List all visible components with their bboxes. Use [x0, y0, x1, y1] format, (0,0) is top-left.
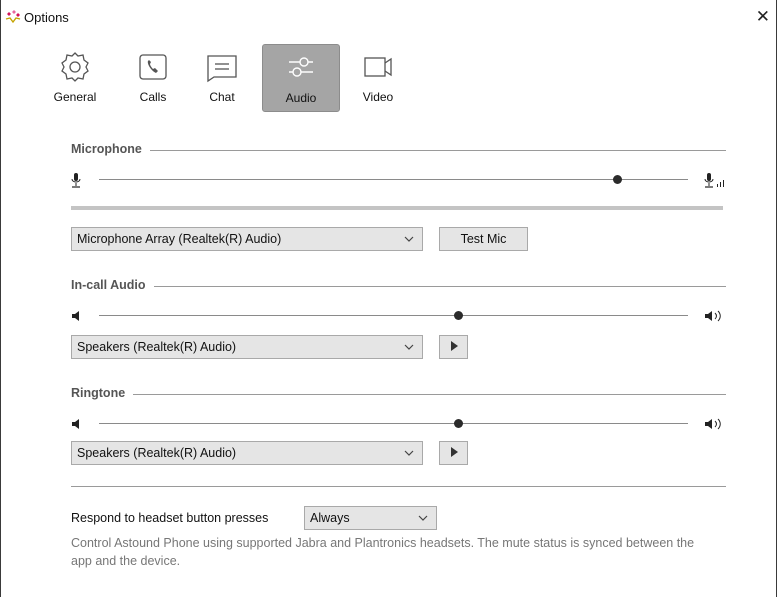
play-icon [450, 447, 458, 457]
play-icon [450, 341, 458, 351]
options-window: Options ✕ General Calls Chat Audio Video… [0, 0, 777, 597]
section-divider [71, 286, 726, 287]
ringtone-play-button[interactable] [439, 441, 468, 465]
select-value: Microphone Array (Realtek(R) Audio) [77, 232, 282, 246]
incall-audio-section-label: In-call Audio [71, 278, 154, 292]
tab-chat[interactable]: Chat [197, 44, 247, 110]
speaker-loud-icon [704, 308, 726, 329]
chevron-down-icon [404, 341, 414, 355]
speaker-loud-icon [704, 416, 726, 437]
microphone-device-select[interactable]: Microphone Array (Realtek(R) Audio) [71, 227, 423, 251]
audio-mixer-icon [284, 51, 318, 90]
window-title: Options [24, 10, 69, 25]
headset-hint-text: Control Astound Phone using supported Ja… [71, 536, 695, 568]
phone-icon [136, 50, 170, 89]
tab-video[interactable]: Video [353, 44, 403, 110]
select-value: Speakers (Realtek(R) Audio) [77, 446, 237, 460]
video-camera-icon [360, 50, 396, 89]
tab-label: Chat [209, 90, 235, 104]
incall-play-button[interactable] [439, 335, 468, 359]
tab-label: Calls [139, 90, 167, 104]
chevron-down-icon [418, 512, 428, 526]
headset-response-label: Respond to headset button presses [71, 511, 269, 525]
incall-device-select[interactable]: Speakers (Realtek(R) Audio) [71, 335, 423, 359]
microphone-icon [71, 172, 81, 193]
slider-thumb[interactable] [454, 311, 464, 320]
select-value: Always [310, 511, 350, 525]
tab-label: General [53, 90, 97, 104]
section-divider [71, 150, 726, 151]
tab-calls[interactable]: Calls [131, 44, 175, 110]
speaker-icon [71, 308, 81, 329]
ringtone-volume-slider[interactable] [71, 416, 726, 432]
ringtone-section-label: Ringtone [71, 386, 134, 400]
test-mic-button[interactable]: Test Mic [439, 227, 528, 251]
section-divider [71, 394, 726, 395]
speaker-icon [71, 416, 81, 437]
tab-general[interactable]: General [49, 44, 101, 110]
select-value: Speakers (Realtek(R) Audio) [77, 340, 237, 354]
headset-response-select[interactable]: Always [304, 506, 437, 530]
chevron-down-icon [404, 233, 414, 247]
tab-label: Audio [285, 91, 317, 105]
microphone-level-icon [704, 172, 726, 193]
title-bar: Options ✕ [1, 0, 776, 34]
category-tabs: General Calls Chat Audio Video [1, 44, 421, 112]
tab-label: Video [362, 90, 394, 104]
app-logo-icon [5, 10, 21, 24]
close-button[interactable]: ✕ [756, 8, 770, 25]
microphone-section-label: Microphone [71, 142, 150, 156]
slider-thumb[interactable] [613, 175, 623, 184]
slider-track [99, 315, 688, 316]
chat-icon [204, 50, 240, 89]
slider-thumb[interactable] [454, 419, 464, 428]
slider-track [99, 179, 688, 180]
microphone-slider[interactable] [71, 172, 726, 188]
ringtone-device-select[interactable]: Speakers (Realtek(R) Audio) [71, 441, 423, 465]
slider-track [99, 423, 688, 424]
gear-icon [58, 50, 92, 89]
section-divider [71, 486, 726, 487]
chevron-down-icon [404, 447, 414, 461]
tab-audio[interactable]: Audio [262, 44, 340, 112]
incall-volume-slider[interactable] [71, 308, 726, 324]
microphone-level-meter [71, 206, 723, 210]
